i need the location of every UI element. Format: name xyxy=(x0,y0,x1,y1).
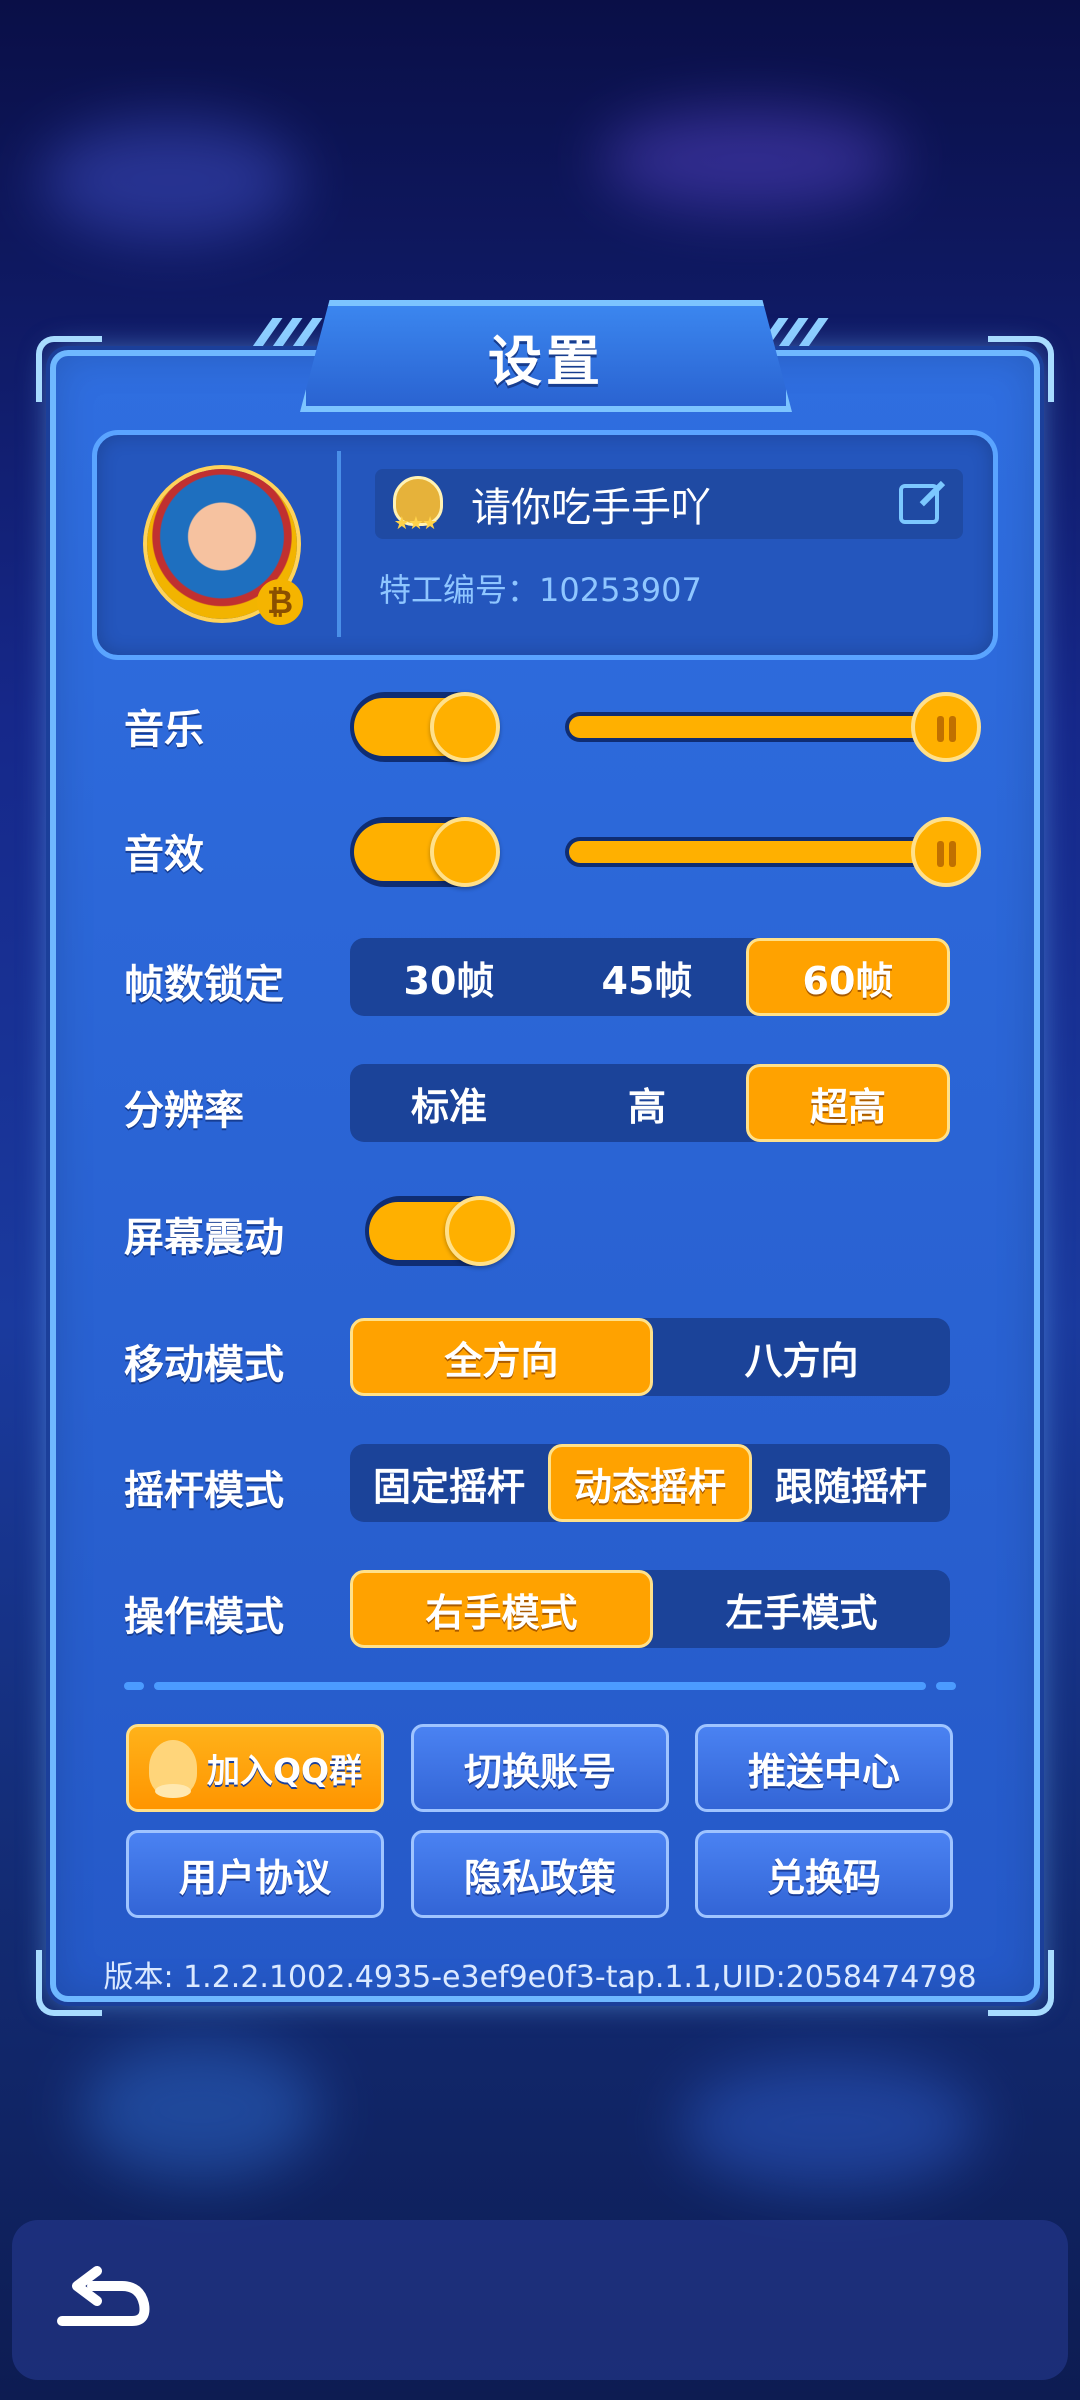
move-mode-option-eight[interactable]: 八方向 xyxy=(653,1318,950,1396)
join-qq-button[interactable]: 加入QQ群 xyxy=(126,1724,384,1812)
title-tab: 设置 xyxy=(300,300,792,412)
resolution-label: 分辨率 xyxy=(124,1088,244,1134)
title-stripes-left xyxy=(251,318,323,348)
page-title: 设置 xyxy=(488,329,604,393)
redeem-code-button[interactable]: 兑换码 xyxy=(695,1830,953,1918)
section-divider xyxy=(124,1682,956,1690)
music-label: 音乐 xyxy=(124,707,204,753)
edit-name-icon[interactable] xyxy=(899,484,939,524)
resolution-option-high[interactable]: 高 xyxy=(548,1064,746,1142)
hand-mode-label: 操作模式 xyxy=(124,1594,284,1640)
music-toggle[interactable] xyxy=(350,692,500,762)
switch-account-button[interactable]: 切换账号 xyxy=(411,1724,669,1812)
hand-option-left[interactable]: 左手模式 xyxy=(653,1570,950,1648)
fps-selector: 30帧 45帧 60帧 xyxy=(350,938,950,1016)
sfx-volume-fill xyxy=(569,841,950,863)
joystick-option-follow[interactable]: 跟随摇杆 xyxy=(752,1444,950,1522)
user-agreement-button[interactable]: 用户协议 xyxy=(126,1830,384,1918)
player-name: 请你吃手手吖 xyxy=(471,485,711,531)
joystick-mode-selector: 固定摇杆 动态摇杆 跟随摇杆 xyxy=(350,1444,950,1522)
name-box: ★★★ 请你吃手手吖 xyxy=(375,469,963,539)
resolution-selector: 标准 高 超高 xyxy=(350,1064,950,1142)
joystick-option-fixed[interactable]: 固定摇杆 xyxy=(350,1444,548,1522)
version-text: 版本: 1.2.2.1002.4935-e3ef9e0f3-tap.1.1,UI… xyxy=(103,1960,977,1995)
rank-medal-icon: ★★★ xyxy=(379,474,451,534)
sfx-label: 音效 xyxy=(124,832,204,878)
joystick-option-dynamic[interactable]: 动态摇杆 xyxy=(548,1444,752,1522)
music-volume-slider[interactable] xyxy=(565,692,981,762)
privacy-policy-button[interactable]: 隐私政策 xyxy=(411,1830,669,1918)
move-mode-label: 移动模式 xyxy=(124,1342,284,1388)
fps-label: 帧数锁定 xyxy=(124,962,284,1008)
fps-option-60[interactable]: 60帧 xyxy=(746,938,950,1016)
join-qq-label: 加入QQ群 xyxy=(207,1751,363,1790)
agent-id: 特工编号：10253907 xyxy=(379,571,702,609)
push-center-button[interactable]: 推送中心 xyxy=(695,1724,953,1812)
music-volume-fill xyxy=(569,716,950,738)
resolution-option-standard[interactable]: 标准 xyxy=(350,1064,548,1142)
move-mode-selector: 全方向 八方向 xyxy=(350,1318,950,1396)
qq-penguin-icon xyxy=(149,1740,197,1798)
fps-option-30[interactable]: 30帧 xyxy=(350,938,548,1016)
fps-option-45[interactable]: 45帧 xyxy=(548,938,746,1016)
sfx-volume-thumb[interactable] xyxy=(911,817,981,887)
joystick-mode-label: 摇杆模式 xyxy=(124,1468,284,1514)
sfx-volume-slider[interactable] xyxy=(565,817,981,887)
music-volume-thumb[interactable] xyxy=(911,692,981,762)
bottom-bar xyxy=(12,2220,1068,2380)
title-stripes-right xyxy=(757,318,829,348)
sfx-toggle[interactable] xyxy=(350,817,500,887)
move-mode-option-omni[interactable]: 全方向 xyxy=(350,1318,653,1396)
resolution-option-ultra[interactable]: 超高 xyxy=(746,1064,950,1142)
hand-option-right[interactable]: 右手模式 xyxy=(350,1570,653,1648)
back-arrow-icon[interactable] xyxy=(52,2256,152,2346)
profile-divider xyxy=(337,451,341,637)
shake-label: 屏幕震动 xyxy=(124,1215,284,1261)
avatar[interactable] xyxy=(147,469,303,625)
hand-mode-selector: 右手模式 左手模式 xyxy=(350,1570,950,1648)
profile-card: ★★★ 请你吃手手吖 特工编号：10253907 xyxy=(92,430,998,660)
shake-toggle[interactable] xyxy=(365,1196,515,1266)
